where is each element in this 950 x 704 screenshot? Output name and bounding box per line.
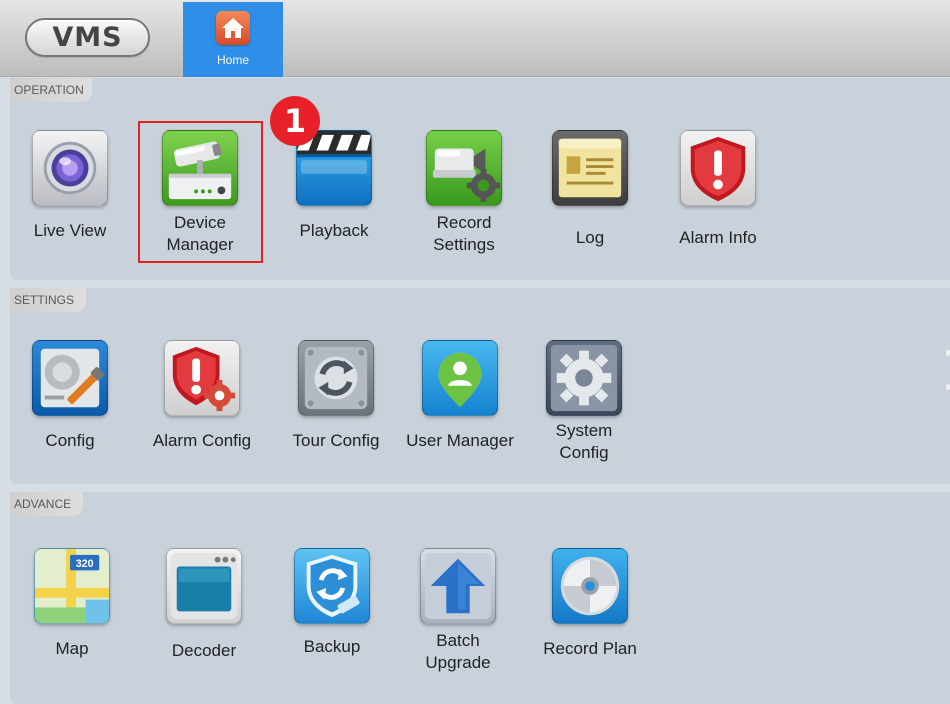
record-settings-button[interactable]: Record Settings [404,130,524,256]
advance-section: ADVANCE 320 Map Decoder Backup Batch Upg… [10,492,950,704]
alarm-info-button[interactable]: Alarm Info [658,130,778,249]
vms-logo: VMS [25,18,150,57]
alarm-info-icon [680,130,756,206]
live-view-button[interactable]: Live View [10,130,130,242]
settings-section: SETTINGS Config Alarm Config Tour Config… [10,288,950,484]
config-button[interactable]: Config [10,340,130,452]
config-icon [32,340,108,416]
record-plan-button[interactable]: Record Plan [530,548,650,660]
config-label: Config [45,431,95,450]
section-label-advance: ADVANCE [10,492,84,516]
map-label: Map [55,639,89,658]
section-label-settings: SETTINGS [10,288,87,312]
user-manager-icon [422,340,498,416]
home-icon [216,11,250,45]
map-road-sign: 320 [76,558,94,570]
record-settings-label: Record Settings [433,213,495,254]
record-settings-icon [426,130,502,206]
system-config-icon [546,340,622,416]
backup-icon [294,548,370,624]
decoder-button[interactable]: Decoder [144,548,264,662]
alarm-config-button[interactable]: Alarm Config [142,340,262,452]
record-plan-icon [552,548,628,624]
alarm-info-label: Alarm Info [679,228,757,247]
tab-home-label: Home [216,53,249,67]
tour-config-label: Tour Config [292,431,380,450]
record-plan-label: Record Plan [543,639,637,658]
tour-config-button[interactable]: Tour Config [276,340,396,452]
log-label: Log [575,228,605,247]
tab-home[interactable]: Home [183,2,283,77]
playback-button[interactable]: Playback [274,130,394,242]
decoder-icon [166,548,242,624]
system-config-label: System Config [555,421,613,462]
top-bar: VMS Home [0,0,950,77]
system-config-button[interactable]: System Config [524,340,644,464]
user-manager-label: User Manager [406,431,514,450]
operation-section: OPERATION Live View Device Manager Playb… [10,78,950,280]
map-icon: 320 [34,548,110,624]
user-manager-button[interactable]: User Manager [400,340,520,452]
tour-config-icon [298,340,374,416]
alarm-config-icon [164,340,240,416]
batch-upgrade-button[interactable]: Batch Upgrade [398,548,518,674]
batch-upgrade-label: Batch Upgrade [425,631,491,672]
live-view-label: Live View [33,221,107,240]
map-button[interactable]: 320 Map [12,548,132,660]
playback-label: Playback [299,221,369,240]
live-view-icon [32,130,108,206]
scroll-indicator [946,384,950,390]
step-badge: 1 [270,96,320,146]
batch-upgrade-icon [420,548,496,624]
device-manager-highlight [138,121,263,263]
backup-button[interactable]: Backup [272,548,392,658]
scroll-indicator [946,350,950,356]
log-button[interactable]: Log [530,130,650,249]
decoder-label: Decoder [171,641,237,660]
backup-label: Backup [303,637,361,656]
alarm-config-label: Alarm Config [152,431,252,450]
log-icon [552,130,628,206]
section-label-operation: OPERATION [10,78,92,102]
